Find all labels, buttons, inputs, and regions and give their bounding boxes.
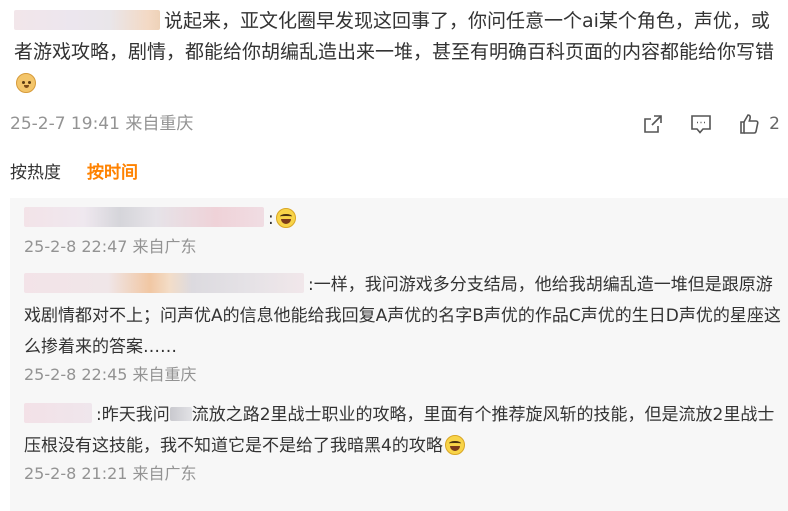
comment-icon[interactable] <box>689 112 713 136</box>
main-comment-body: 说起来，亚文化圈早发现这回事了，你问任意一个ai某个角色，声优，或者游戏攻略，剧… <box>14 6 784 99</box>
thumbs-up-icon[interactable] <box>737 112 761 136</box>
reply-text-before: :昨天我问 <box>96 405 170 425</box>
share-icon[interactable] <box>641 112 665 136</box>
reply-timestamp: 25-2-8 22:47 来自广东 <box>24 237 197 256</box>
blurred-username[interactable] <box>24 207 264 227</box>
comment-actions: 2 <box>641 110 780 138</box>
reply-timestamp: 25-2-8 21:21 来自广东 <box>24 464 197 483</box>
sort-tabs: 按热度 按时间 <box>10 160 138 186</box>
reply-body: :一样，我问游戏多分支结局，他给我胡编乱造一堆但是跟原游戏剧情都对不上；问声优A… <box>24 270 784 363</box>
main-comment-timestamp: 25-2-7 19:41 来自重庆 <box>10 114 194 134</box>
sort-by-time-tab[interactable]: 按时间 <box>87 163 138 183</box>
reply-text: : <box>268 209 274 229</box>
reply-timestamp: 25-2-8 22:45 来自重庆 <box>24 365 197 384</box>
main-comment: 说起来，亚文化圈早发现这回事了，你问任意一个ai某个角色，声优，或者游戏攻略，剧… <box>14 6 784 99</box>
blurred-username[interactable] <box>14 10 160 30</box>
sort-by-hot-tab[interactable]: 按热度 <box>10 163 61 183</box>
blurred-username[interactable] <box>24 273 304 293</box>
laugh-cry-emoji-icon <box>444 435 465 455</box>
like-count: 2 <box>769 114 780 134</box>
reply-list: : 25-2-8 22:47 来自广东 :一样，我问游戏多分支结局，他给我胡编乱… <box>10 198 788 511</box>
blurred-username[interactable] <box>24 403 92 423</box>
reply-item: :一样，我问游戏多分支结局，他给我胡编乱造一堆但是跟原游戏剧情都对不上；问声优A… <box>24 270 784 387</box>
main-comment-meta: 25-2-7 19:41 来自重庆 2 <box>10 110 780 138</box>
reply-body: : <box>24 204 784 235</box>
blurred-word <box>169 407 192 421</box>
reply-body: :昨天我问 流放之路2里战士职业的攻略，里面有个推荐旋风斩的技能，但是流放2里战士… <box>24 400 784 462</box>
reply-item: : 25-2-8 22:47 来自广东 <box>24 204 784 259</box>
doge-emoji-icon <box>16 73 36 93</box>
reply-item: :昨天我问 流放之路2里战士职业的攻略，里面有个推荐旋风斩的技能，但是流放2里战士… <box>24 400 784 486</box>
laugh-cry-emoji-icon <box>275 208 296 228</box>
